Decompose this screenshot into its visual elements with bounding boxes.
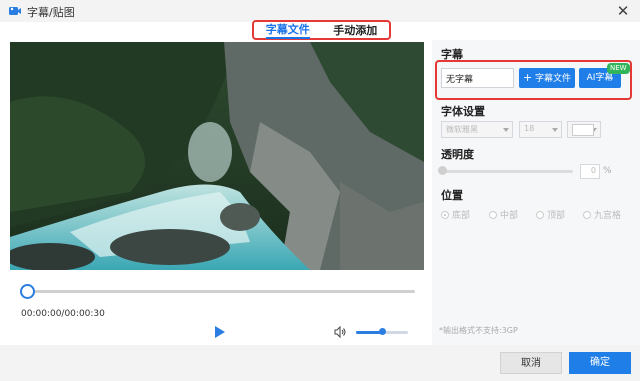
volume-handle[interactable]: [379, 328, 386, 335]
timeline-handle[interactable]: [20, 284, 35, 299]
position-option-label: 底部: [452, 211, 471, 221]
font-family-value: 微软雅黑: [446, 125, 478, 134]
cancel-button[interactable]: 取消: [500, 352, 562, 374]
radio-icon: [441, 210, 449, 219]
position-section-title: 位置: [441, 189, 463, 202]
timeline-track[interactable]: [20, 284, 415, 299]
new-badge: NEW: [607, 63, 630, 74]
subtitle-sticker-dialog: 字幕/贴图 ✕ 字幕文件 手动添加 00:00:00/00:00:30 字幕 无…: [0, 0, 640, 381]
subtitle-file-button[interactable]: + 字幕文件: [519, 68, 575, 88]
position-option-label: 顶部: [547, 211, 566, 221]
volume-slider[interactable]: [356, 328, 408, 335]
font-section-title: 字体设置: [441, 105, 485, 118]
position-option-bottom[interactable]: 底部: [441, 208, 470, 221]
confirm-button[interactable]: 确定: [569, 352, 631, 374]
chevron-down-icon: [503, 128, 509, 132]
opacity-handle[interactable]: [438, 166, 447, 175]
close-icon[interactable]: ✕: [614, 2, 632, 20]
radio-icon: [489, 210, 497, 219]
format-note: *输出格式不支持:3GP: [439, 326, 518, 335]
radio-icon: [536, 210, 544, 219]
position-option-top[interactable]: 顶部: [536, 208, 565, 221]
time-readout: 00:00:00/00:00:30: [21, 309, 105, 319]
opacity-slider[interactable]: [438, 166, 573, 175]
video-preview[interactable]: [10, 42, 424, 270]
tab-subtitle-file[interactable]: 字幕文件: [265, 21, 310, 39]
font-size-value: 18: [524, 124, 535, 133]
position-option-grid[interactable]: 九宫格: [583, 208, 621, 221]
opacity-unit: %: [603, 166, 612, 176]
tab-manual-add[interactable]: 手动添加: [333, 22, 377, 38]
radio-icon: [583, 210, 591, 219]
tab-bar: 字幕文件 手动添加: [252, 20, 391, 40]
app-logo-icon: [9, 7, 21, 15]
subtitle-file-button-label: 字幕文件: [535, 74, 572, 84]
opacity-value-input[interactable]: 0: [580, 164, 600, 179]
play-icon[interactable]: [215, 326, 225, 338]
subtitle-select[interactable]: 无字幕: [441, 68, 514, 88]
font-family-select[interactable]: 微软雅黑: [441, 121, 513, 138]
plus-icon: +: [522, 71, 533, 84]
window-title: 字幕/贴图: [27, 6, 75, 19]
font-size-select[interactable]: 18: [519, 121, 562, 138]
title-bar: 字幕/贴图 ✕: [0, 0, 640, 22]
volume-icon[interactable]: [333, 325, 347, 339]
position-option-middle[interactable]: 中部: [489, 208, 518, 221]
chevron-down-icon: [552, 128, 558, 132]
position-option-label: 九宫格: [594, 211, 622, 221]
font-color-swatch: [572, 124, 594, 136]
position-option-label: 中部: [500, 211, 519, 221]
opacity-section-title: 透明度: [441, 148, 474, 161]
